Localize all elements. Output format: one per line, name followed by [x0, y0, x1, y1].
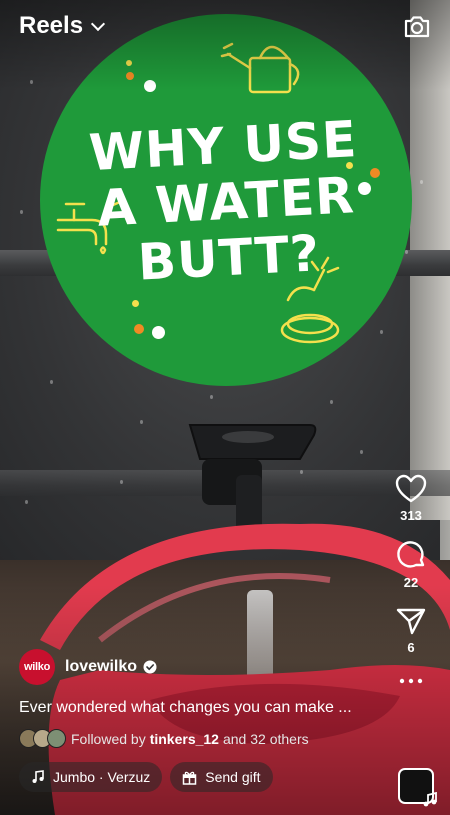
- followed-by-user[interactable]: tinkers_12: [150, 731, 219, 747]
- comment-button[interactable]: 22: [395, 539, 427, 590]
- circle-title: WHY USE A WATER BUTT?: [87, 110, 359, 292]
- verified-badge-icon: [143, 660, 157, 674]
- username[interactable]: lovewilko: [65, 658, 137, 676]
- page-title: Reels: [19, 12, 84, 39]
- comment-icon: [397, 541, 425, 568]
- follower-avatars: [19, 729, 66, 748]
- music-note-icon: [423, 792, 437, 807]
- top-bar: Reels: [0, 10, 450, 46]
- send-gift-label: Send gift: [205, 769, 261, 785]
- send-icon: [396, 608, 426, 635]
- avatar-logo-text: wilko: [23, 661, 50, 673]
- avatar[interactable]: wilko: [19, 649, 55, 685]
- music-label: Jumbo · Verzuz: [53, 769, 151, 785]
- chevron-down-icon: [90, 16, 106, 31]
- reels-title-dropdown[interactable]: Reels: [19, 12, 106, 40]
- original-audio-thumbnail[interactable]: [398, 768, 437, 807]
- send-gift-chip[interactable]: Send gift: [170, 762, 273, 792]
- comment-count: 22: [403, 575, 419, 590]
- more-options-button[interactable]: [399, 677, 423, 685]
- followed-by-prefix: Followed by: [71, 730, 146, 747]
- share-count: 6: [407, 640, 415, 655]
- follower-avatar: [47, 729, 66, 748]
- heart-icon: [395, 474, 427, 503]
- post-meta: wilko lovewilko Ever wondered what chang…: [19, 649, 370, 792]
- share-button[interactable]: 6: [395, 606, 427, 655]
- music-note-icon: [32, 770, 44, 783]
- like-button[interactable]: 313: [395, 474, 427, 523]
- gift-icon: [183, 771, 197, 785]
- followed-by-suffix: and 32 others: [222, 730, 309, 747]
- more-icon: [399, 678, 423, 684]
- followed-by-row[interactable]: Followed by tinkers_12 and 32 others: [19, 729, 370, 748]
- camera-icon[interactable]: [402, 12, 432, 42]
- like-count: 313: [400, 508, 422, 523]
- action-rail: 313 22 6: [384, 474, 438, 701]
- caption[interactable]: Ever wondered what changes you can make …: [19, 699, 370, 717]
- music-chip[interactable]: Jumbo · Verzuz: [19, 762, 163, 792]
